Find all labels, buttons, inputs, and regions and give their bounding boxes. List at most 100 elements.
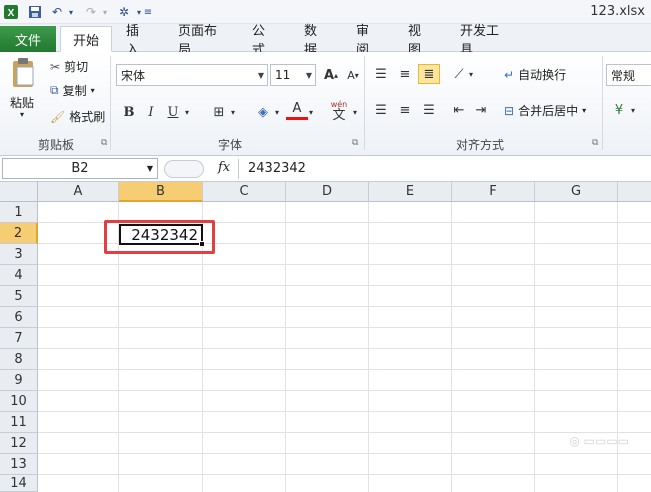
tab-view[interactable]: 视图	[396, 24, 444, 58]
row-header-7[interactable]: 7	[0, 328, 38, 349]
highlight-annotation	[104, 220, 215, 254]
underline-button[interactable]: U	[162, 102, 184, 122]
tab-review[interactable]: 审阅	[344, 24, 392, 58]
font-color-dropdown-icon[interactable]: ▾	[306, 102, 316, 122]
phonetic-char: 文	[332, 107, 346, 123]
underline-dropdown-icon[interactable]: ▾	[182, 102, 192, 122]
font-color-button[interactable]: A	[286, 100, 308, 120]
font-size-select[interactable]: 11 ▼	[270, 64, 316, 86]
currency-format-icon[interactable]: ¥	[608, 100, 630, 120]
tools-icon[interactable]: ✲	[114, 3, 134, 21]
row-header-12[interactable]: 12	[0, 433, 38, 454]
font-launcher-icon[interactable]: ⧉	[352, 138, 358, 148]
column-header-overflow[interactable]	[618, 182, 651, 202]
number-format-select[interactable]: 常规	[606, 64, 651, 86]
paste-icon[interactable]	[8, 56, 38, 90]
fill-color-dropdown-icon[interactable]: ▾	[272, 102, 282, 122]
paste-button[interactable]: 粘贴	[10, 94, 34, 111]
row-header-4[interactable]: 4	[0, 265, 38, 286]
borders-icon[interactable]: ⊞	[208, 102, 230, 122]
tab-data[interactable]: 数据	[292, 24, 340, 58]
merge-dropdown-icon[interactable]: ▾	[582, 106, 586, 115]
insert-function-button[interactable]: fx	[218, 160, 230, 175]
formula-bar-resize-handle[interactable]	[164, 160, 204, 178]
align-top-icon[interactable]: ☰	[370, 64, 392, 84]
row-header-6[interactable]: 6	[0, 307, 38, 328]
undo-icon[interactable]: ↶	[48, 3, 66, 21]
select-all-corner[interactable]	[0, 182, 38, 202]
wrap-text-label: 自动换行	[518, 68, 567, 82]
row-header-9[interactable]: 9	[0, 370, 38, 391]
format-painter-button[interactable]: 🖌 格式刷	[50, 108, 105, 125]
row-header-14[interactable]: 14	[0, 475, 38, 492]
brush-icon: 🖌	[50, 109, 66, 124]
align-left-icon[interactable]: ☰	[370, 100, 392, 120]
tab-home[interactable]: 开始	[60, 26, 112, 52]
spreadsheet-grid[interactable]: A B C D E F G 1 2 3 4 5 6 7 8 9 10 11 12…	[0, 182, 651, 492]
column-header-c[interactable]: C	[203, 182, 286, 202]
align-middle-icon[interactable]: ≡	[394, 64, 416, 84]
column-header-g[interactable]: G	[535, 182, 618, 202]
row-header-5[interactable]: 5	[0, 286, 38, 307]
grow-font-button[interactable]: A ▴	[320, 65, 342, 85]
borders-dropdown-icon[interactable]: ▾	[228, 102, 238, 122]
save-icon[interactable]	[26, 3, 44, 21]
italic-button[interactable]: I	[140, 102, 162, 122]
column-header-d[interactable]: D	[286, 182, 369, 202]
cut-button[interactable]: ✂ 剪切	[50, 58, 88, 75]
formula-input[interactable]: 2432342	[248, 161, 306, 176]
window-title: 123.xlsx	[590, 4, 645, 19]
row-header-2[interactable]: 2	[0, 223, 38, 244]
copy-button[interactable]: ⧉ 复制 ▾	[50, 82, 95, 99]
column-header-e[interactable]: E	[369, 182, 452, 202]
ribbon: 粘贴 ▾ ✂ 剪切 ⧉ 复制 ▾ 🖌 格式刷 剪贴板 ⧉ 宋体 ▼ 11 ▼ A…	[0, 52, 651, 156]
row-header-11[interactable]: 11	[0, 412, 38, 433]
decrease-indent-icon[interactable]: ⇤	[448, 100, 470, 120]
row-header-1[interactable]: 1	[0, 202, 38, 223]
tab-insert[interactable]: 插入	[114, 24, 162, 58]
row-header-10[interactable]: 10	[0, 391, 38, 412]
increase-indent-icon[interactable]: ⇥	[470, 100, 492, 120]
shrink-font-button[interactable]: A ▾	[342, 65, 364, 85]
redo-dropdown-icon[interactable]: ▾	[100, 3, 110, 21]
orientation-dropdown-icon[interactable]: ▾	[466, 64, 476, 84]
clipboard-launcher-icon[interactable]: ⧉	[101, 138, 107, 148]
align-center-icon[interactable]: ≡	[394, 100, 416, 120]
column-header-b[interactable]: B	[119, 182, 203, 202]
customize-toolbar-icon[interactable]: ≡	[142, 3, 154, 21]
tab-formulas[interactable]: 公式	[240, 24, 288, 58]
bold-button[interactable]: B	[118, 102, 140, 122]
paste-dropdown-icon[interactable]: ▾	[20, 110, 24, 119]
phonetic-dropdown-icon[interactable]: ▾	[350, 102, 360, 122]
phonetic-guide-button[interactable]: wén 文	[326, 98, 352, 124]
column-header-a[interactable]: A	[38, 182, 119, 202]
scissors-icon: ✂	[50, 59, 61, 74]
currency-dropdown-icon[interactable]: ▾	[628, 100, 638, 120]
tab-page-layout[interactable]: 页面布局	[166, 24, 236, 58]
tab-file[interactable]: 文件	[0, 26, 56, 52]
column-header-f[interactable]: F	[452, 182, 535, 202]
align-right-icon[interactable]: ☰	[418, 100, 440, 120]
alignment-launcher-icon[interactable]: ⧉	[592, 138, 598, 148]
row-header-13[interactable]: 13	[0, 454, 38, 475]
redo-icon[interactable]: ↷	[82, 3, 100, 21]
group-separator	[364, 56, 365, 150]
row-header-8[interactable]: 8	[0, 349, 38, 370]
tab-developer[interactable]: 开发工具	[448, 24, 520, 58]
undo-dropdown-icon[interactable]: ▾	[66, 3, 76, 21]
font-name-select[interactable]: 宋体 ▼	[116, 64, 268, 86]
name-box-value: B2	[71, 161, 89, 176]
name-box[interactable]: B2 ▼	[2, 158, 158, 179]
fill-color-icon[interactable]: ◈	[252, 102, 274, 122]
wrap-text-button[interactable]: ↵ 自动换行	[504, 66, 566, 83]
copy-dropdown-icon[interactable]: ▾	[91, 86, 95, 95]
align-bottom-icon[interactable]: ≣	[418, 64, 440, 84]
merge-center-button[interactable]: ⊟ 合并后居中 ▾	[504, 102, 586, 119]
chevron-down-icon[interactable]: ▼	[147, 164, 153, 173]
row-header-3[interactable]: 3	[0, 244, 38, 265]
copy-icon: ⧉	[50, 83, 59, 97]
merge-label: 合并后居中	[518, 104, 579, 118]
formula-bar: B2 ▼ fx 2432342	[0, 156, 651, 182]
grid-line	[534, 202, 535, 492]
grid-line	[38, 306, 651, 307]
